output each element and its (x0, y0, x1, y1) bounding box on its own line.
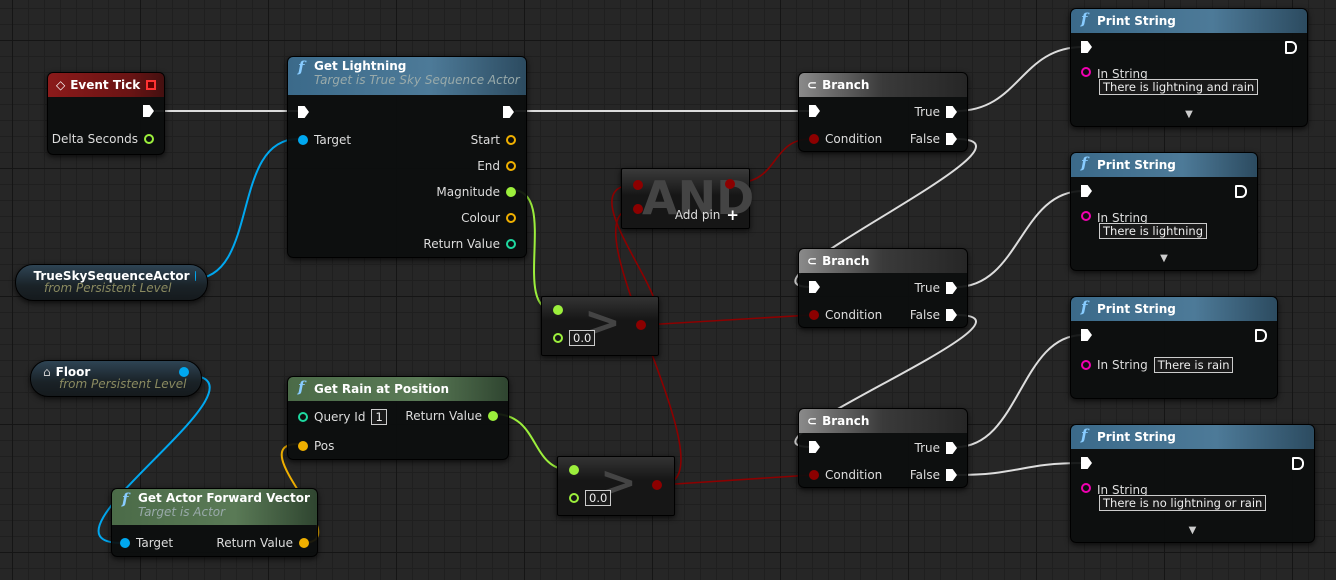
bool-out-pin[interactable] (636, 320, 646, 330)
target-pin[interactable] (298, 135, 308, 145)
delta-seconds-pin[interactable] (144, 134, 154, 144)
actor-out-pin[interactable] (179, 367, 189, 377)
bool-out-pin[interactable] (725, 179, 735, 189)
exec-in-pin[interactable] (809, 441, 820, 453)
branch-node[interactable]: ⊂ Branch True Condition False (798, 408, 968, 488)
true-exec-pin[interactable] (946, 282, 957, 294)
function-icon: f (298, 378, 305, 396)
false-exec-pin[interactable] (946, 133, 957, 145)
branch-node[interactable]: ⊂ Branch True Condition False (798, 248, 968, 328)
event-icon: ◇ (56, 78, 66, 92)
compare-value-input[interactable]: 0.0 (569, 330, 596, 346)
bool-in-pin[interactable] (633, 204, 643, 214)
bool-wire (643, 314, 812, 326)
exec-wire (955, 190, 1084, 288)
get-actor-forward-vector-node[interactable]: f Get Actor Forward Vector Target is Actor… (111, 488, 318, 557)
event-tick-node[interactable]: ◇ Event Tick Delta Seconds (47, 72, 165, 155)
bool-wire (659, 474, 812, 486)
greater-than-node[interactable]: > 0.0 (557, 456, 675, 516)
end-pin[interactable] (506, 161, 516, 171)
function-icon: f (1081, 10, 1088, 28)
greater-than-node[interactable]: > 0.0 (541, 296, 659, 356)
float-in-pin[interactable] (569, 493, 579, 503)
and-node[interactable]: AND Add pin + (621, 168, 754, 229)
query-id-pin[interactable] (298, 412, 308, 422)
plus-icon: + (726, 206, 739, 224)
in-string-pin[interactable] (1081, 67, 1091, 77)
function-icon: f (1081, 298, 1088, 316)
print-string-node[interactable]: f Print String In String There is no light… (1070, 424, 1315, 543)
delegate-pin[interactable] (146, 80, 156, 90)
function-icon: f (298, 58, 305, 76)
get-lightning-node[interactable]: f Get Lightning Target is True Sky Sequenc… (287, 56, 527, 258)
in-string-pin[interactable] (1081, 483, 1091, 493)
false-exec-pin[interactable] (946, 309, 957, 321)
exec-in-pin[interactable] (1081, 41, 1092, 53)
exec-in-pin[interactable] (809, 105, 820, 117)
expand-advanced-arrow[interactable]: ▼ (1189, 525, 1197, 536)
true-exec-pin[interactable] (946, 442, 957, 454)
exec-out-pin[interactable] (143, 105, 154, 117)
magnitude-pin[interactable] (506, 187, 516, 197)
exec-wire (955, 334, 1084, 448)
in-string-input[interactable]: There is lightning (1099, 223, 1207, 239)
true-exec-pin[interactable] (946, 106, 957, 118)
exec-in-pin[interactable] (809, 281, 820, 293)
exec-out-pin[interactable] (1292, 457, 1304, 470)
exec-in-pin[interactable] (1081, 185, 1092, 197)
branch-icon: ⊂ (807, 414, 818, 428)
print-string-node[interactable]: f Print String In String There is lightnin… (1070, 152, 1258, 271)
expand-advanced-arrow[interactable]: ▼ (1185, 109, 1193, 120)
in-string-input[interactable]: There is rain (1153, 357, 1234, 373)
condition-pin[interactable] (809, 310, 819, 320)
target-pin[interactable] (120, 538, 130, 548)
pos-pin[interactable] (298, 441, 308, 451)
print-string-node[interactable]: f Print String In String There is rain (1070, 296, 1278, 399)
exec-in-pin[interactable] (298, 106, 309, 118)
exec-wire (955, 462, 1084, 476)
floor-reference[interactable]: ⌂ Floor from Persistent Level (30, 360, 202, 397)
branch-icon: ⊂ (807, 254, 818, 268)
exec-out-pin[interactable] (1255, 329, 1267, 342)
query-id-input[interactable]: 1 (371, 409, 387, 425)
function-icon: f (1081, 426, 1088, 444)
in-string-pin[interactable] (1081, 360, 1091, 370)
return-value-pin[interactable] (506, 239, 516, 249)
colour-pin[interactable] (506, 213, 516, 223)
condition-pin[interactable] (809, 134, 819, 144)
in-string-input[interactable]: There is no lightning or rain (1099, 495, 1267, 511)
false-exec-pin[interactable] (946, 469, 957, 481)
static-mesh-icon: ⌂ (43, 365, 51, 379)
return-value-pin[interactable] (299, 538, 309, 548)
function-icon: f (122, 490, 129, 508)
in-string-input[interactable]: There is lightning and rain (1099, 79, 1259, 95)
print-string-node[interactable]: f Print String In String There is lightnin… (1070, 8, 1308, 127)
compare-value-input[interactable]: 0.0 (585, 490, 612, 506)
exec-out-pin[interactable] (1235, 185, 1247, 198)
bool-in-pin[interactable] (633, 180, 643, 190)
exec-out-pin[interactable] (503, 106, 514, 118)
add-pin-button[interactable]: Add pin + (675, 206, 739, 224)
in-string-pin[interactable] (1081, 211, 1091, 221)
object-wire (192, 138, 299, 280)
branch-icon: ⊂ (807, 78, 818, 92)
float-in-pin[interactable] (569, 465, 579, 475)
float-in-pin[interactable] (553, 305, 563, 315)
return-value-pin[interactable] (488, 411, 498, 421)
exec-in-pin[interactable] (1081, 457, 1092, 469)
exec-out-pin[interactable] (1285, 41, 1297, 54)
function-icon: f (1081, 154, 1088, 172)
start-pin[interactable] (506, 135, 516, 145)
bool-out-pin[interactable] (652, 480, 662, 490)
exec-wire (955, 46, 1084, 112)
truesky-actor-reference[interactable]: TrueSkySequenceActor from Persistent Lev… (15, 264, 208, 301)
exec-in-pin[interactable] (1081, 329, 1092, 341)
get-rain-at-position-node[interactable]: f Get Rain at Position Query Id 1 Return V… (287, 376, 509, 460)
branch-node[interactable]: ⊂ Branch True Condition False (798, 72, 968, 152)
condition-pin[interactable] (809, 470, 819, 480)
expand-advanced-arrow[interactable]: ▼ (1160, 253, 1168, 264)
float-in-pin[interactable] (553, 333, 563, 343)
